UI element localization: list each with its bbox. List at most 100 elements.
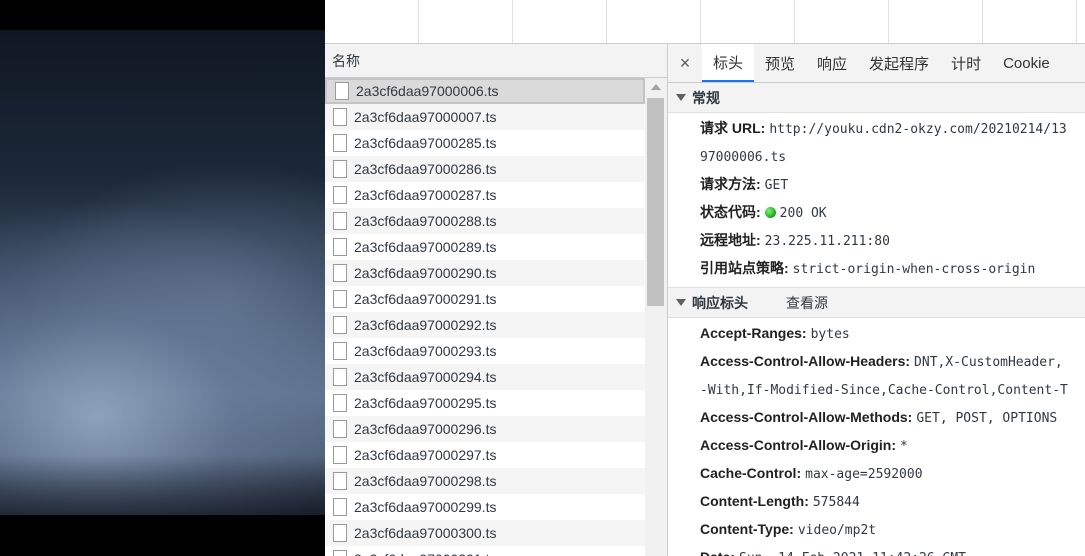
request-list-scrollbar[interactable] (645, 78, 667, 556)
response-header-row: Content-Type: video/mp2t (668, 516, 1085, 544)
request-row[interactable]: 2a3cf6daa97000301.ts (325, 546, 645, 556)
request-url-value: http://youku.cdn2-okzy.com/20210214/13 (769, 122, 1067, 137)
request-name: 2a3cf6daa97000006.ts (356, 83, 499, 99)
details-tab-bar: × 标头 预览 响应 发起程序 计时 Cookie (668, 44, 1085, 83)
waterfall-column (795, 0, 889, 43)
request-name: 2a3cf6daa97000295.ts (354, 395, 497, 411)
response-header-name: Access-Control-Allow-Origin: (700, 437, 897, 453)
request-name: 2a3cf6daa97000287.ts (354, 187, 497, 203)
tab-1[interactable]: 预览 (754, 44, 806, 82)
response-headers-title: 响应标头 (692, 294, 748, 311)
file-icon (333, 290, 347, 308)
request-row[interactable]: 2a3cf6daa97000286.ts (325, 156, 645, 182)
file-icon (333, 160, 347, 178)
request-row[interactable]: 2a3cf6daa97000293.ts (325, 338, 645, 364)
request-row[interactable]: 2a3cf6daa97000299.ts (325, 494, 645, 520)
general-section: 请求 URL: http://youku.cdn2-okzy.com/202102… (668, 113, 1085, 288)
file-icon (335, 82, 349, 100)
request-list: 2a3cf6daa97000006.ts 2a3cf6daa97000007.ts… (325, 78, 645, 556)
status-ok-dot-icon (764, 207, 776, 218)
response-header-row: Date: Sun, 14 Feb 2021 11:42:26 GMT (668, 544, 1085, 556)
request-row[interactable]: 2a3cf6daa97000285.ts (325, 130, 645, 156)
close-icon[interactable]: × (668, 44, 702, 82)
waterfall-column (513, 0, 607, 43)
request-row[interactable]: 2a3cf6daa97000007.ts (325, 104, 645, 130)
request-name: 2a3cf6daa97000007.ts (354, 109, 497, 125)
request-row[interactable]: 2a3cf6daa97000294.ts (325, 364, 645, 390)
request-name: 2a3cf6daa97000296.ts (354, 421, 497, 437)
file-icon (333, 238, 347, 256)
response-header-value: max-age=2592000 (805, 467, 923, 482)
tab-4[interactable]: 计时 (940, 44, 992, 82)
status-code-value: 200 OK (779, 206, 827, 221)
request-name: 2a3cf6daa97000297.ts (354, 447, 497, 463)
request-row[interactable]: 2a3cf6daa97000296.ts (325, 416, 645, 442)
remote-address-label: 远程地址: (700, 232, 761, 248)
response-header-row: Access-Control-Allow-Origin: * (668, 432, 1085, 460)
request-row[interactable]: 2a3cf6daa97000289.ts (325, 234, 645, 260)
request-details-panel: × 标头 预览 响应 发起程序 计时 Cookie 常规 请求 URL: http://yo… (668, 44, 1085, 556)
request-row[interactable]: 2a3cf6daa97000290.ts (325, 260, 645, 286)
response-header-name: Content-Type: (700, 521, 794, 537)
request-row[interactable]: 2a3cf6daa97000292.ts (325, 312, 645, 338)
tab-5[interactable]: Cookie (992, 44, 1061, 82)
request-list-panel: 名称 2a3cf6daa97000006.ts 2a3cf6daa97000007… (325, 44, 668, 556)
request-row[interactable]: 2a3cf6daa97000291.ts (325, 286, 645, 312)
collapse-triangle-icon (676, 299, 686, 306)
response-header-value: DNT,X-CustomHeader, (914, 355, 1063, 370)
remote-address-row: 远程地址: 23.225.11.211:80 (668, 227, 1085, 255)
response-headers-section-header[interactable]: 响应标头 查看源 (668, 288, 1085, 318)
request-url-value-cont: 97000006.ts (700, 150, 787, 165)
request-row[interactable]: 2a3cf6daa97000297.ts (325, 442, 645, 468)
response-header-value: * (900, 439, 908, 454)
remote-address-value: 23.225.11.211:80 (764, 234, 890, 249)
referrer-policy-value: strict-origin-when-cross-origin (792, 262, 1036, 277)
request-name: 2a3cf6daa97000300.ts (354, 525, 497, 541)
scroll-up-arrow-icon[interactable] (651, 84, 661, 90)
view-source-link[interactable]: 查看源 (786, 293, 828, 313)
request-row[interactable]: 2a3cf6daa97000287.ts (325, 182, 645, 208)
waterfall-column (607, 0, 701, 43)
request-row[interactable]: 2a3cf6daa97000288.ts (325, 208, 645, 234)
referrer-policy-label: 引用站点策略: (700, 260, 789, 276)
response-header-name: Access-Control-Allow-Methods: (700, 409, 913, 425)
tab-0[interactable]: 标头 (702, 44, 755, 82)
response-header-row: Content-Length: 575844 (668, 488, 1085, 516)
scroll-thumb[interactable] (647, 98, 664, 306)
request-name: 2a3cf6daa97000290.ts (354, 265, 497, 281)
file-icon (333, 498, 347, 516)
response-header-name: Date: (700, 549, 735, 556)
request-url-row: 请求 URL: http://youku.cdn2-okzy.com/202102… (668, 115, 1085, 143)
status-code-row: 状态代码: 200 OK (668, 199, 1085, 227)
request-row[interactable]: 2a3cf6daa97000295.ts (325, 390, 645, 416)
request-row[interactable]: 2a3cf6daa97000298.ts (325, 468, 645, 494)
request-name: 2a3cf6daa97000301.ts (354, 551, 496, 556)
request-name: 2a3cf6daa97000286.ts (354, 161, 497, 177)
request-name: 2a3cf6daa97000292.ts (354, 317, 497, 333)
file-icon (333, 212, 347, 230)
response-header-row: Access-Control-Allow-Headers: DNT,X-Custo… (668, 348, 1085, 376)
request-row[interactable]: 2a3cf6daa97000006.ts (325, 78, 645, 104)
waterfall-overview[interactable] (325, 0, 1085, 44)
request-method-row: 请求方法: GET (668, 171, 1085, 199)
waterfall-column (889, 0, 983, 43)
response-header-value: video/mp2t (797, 523, 877, 538)
response-header-value: Sun, 14 Feb 2021 11:42:26 GMT (739, 551, 966, 556)
video-frame (0, 30, 325, 515)
response-header-row: Access-Control-Allow-Methods: GET, POST, … (668, 404, 1085, 432)
waterfall-column (325, 0, 419, 43)
request-row[interactable]: 2a3cf6daa97000300.ts (325, 520, 645, 546)
video-player[interactable] (0, 0, 325, 556)
name-column-header[interactable]: 名称 (325, 44, 667, 78)
tab-2[interactable]: 响应 (806, 44, 858, 82)
response-header-name: Accept-Ranges: (700, 325, 807, 341)
file-icon (333, 472, 347, 490)
file-icon (333, 264, 347, 282)
request-url-continuation: 97000006.ts (668, 143, 1085, 171)
waterfall-column (419, 0, 513, 43)
general-section-header[interactable]: 常规 (668, 83, 1085, 113)
file-icon (333, 394, 347, 412)
request-name: 2a3cf6daa97000293.ts (354, 343, 497, 359)
tab-3[interactable]: 发起程序 (858, 44, 940, 82)
response-header-row: Accept-Ranges: bytes (668, 320, 1085, 348)
